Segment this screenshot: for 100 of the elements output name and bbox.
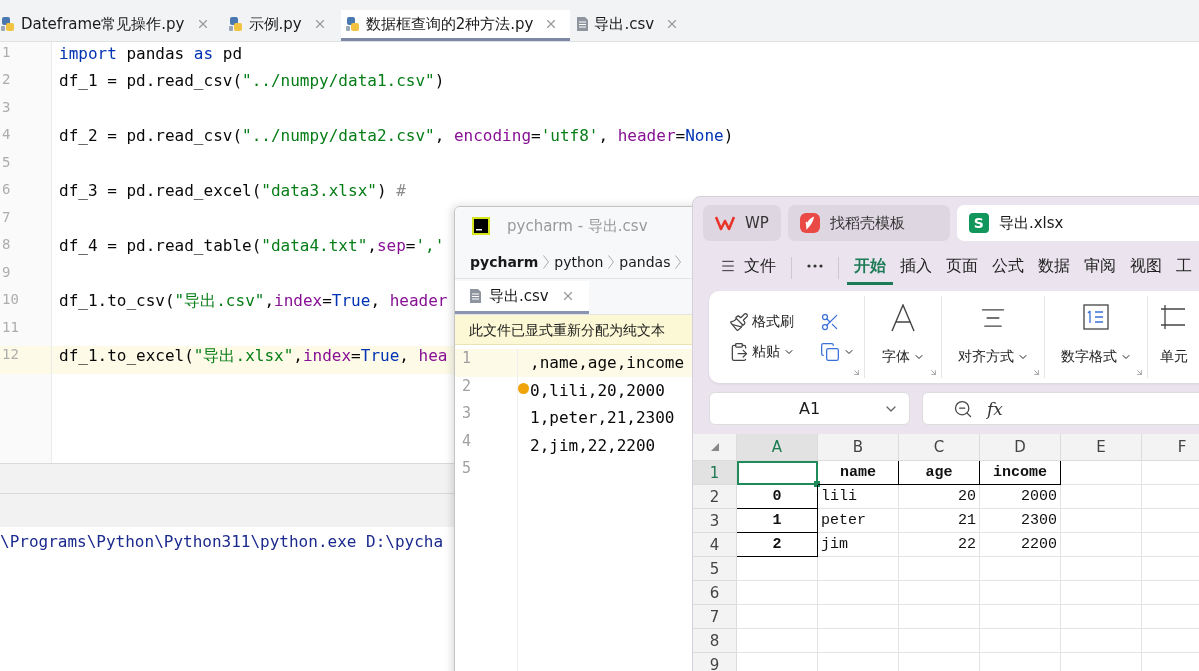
code-line: import pandas as pd — [59, 43, 243, 63]
table-cell: 2200 — [980, 533, 1061, 557]
table-cell: 1 — [737, 509, 818, 533]
ribbon-button[interactable]: 对齐方式 — [957, 348, 1029, 366]
column-header[interactable]: F — [1142, 434, 1199, 461]
table-cell: name — [818, 461, 899, 485]
format-painter-button[interactable]: 格式刷 — [729, 312, 804, 332]
select-all-icon[interactable] — [710, 443, 719, 451]
ribbon-button[interactable]: 数字格式 — [1060, 348, 1132, 366]
menu-tab[interactable]: 工 — [1169, 250, 1199, 285]
ribbon-button[interactable]: 字体 — [881, 348, 925, 366]
breadcrumb[interactable]: python — [554, 253, 604, 270]
code-line: 1,peter,21,2300 — [530, 408, 675, 427]
menu-tab[interactable]: 插入 — [893, 250, 939, 285]
chevron-icon — [543, 254, 550, 269]
line-number: 2 — [1, 71, 12, 89]
python-file-icon — [0, 16, 16, 32]
app-badge: S — [968, 213, 989, 233]
code-line: df_1.to_excel("导出.xlsx",index=True, hea — [59, 346, 448, 365]
brush-icon — [729, 312, 749, 332]
table-cell: 2300 — [980, 509, 1061, 533]
menu-tab[interactable]: 视图 — [1123, 250, 1169, 285]
menu-icon — [720, 258, 736, 274]
editor-tab[interactable]: Dateframe常见操作.py — [0, 10, 222, 41]
row-header[interactable]: 5 — [693, 557, 737, 581]
copy-icon — [820, 342, 840, 362]
bulb-icon[interactable] — [518, 382, 529, 394]
line-number: 9 — [1, 263, 12, 282]
row-header[interactable]: 2 — [693, 485, 737, 509]
ribbon-button[interactable]: 单元 — [1160, 348, 1188, 366]
table-cell: 2000 — [980, 485, 1061, 509]
line-number: 3 — [1, 98, 12, 117]
table-cell: 0 — [737, 485, 818, 509]
column-header[interactable]: B — [818, 434, 899, 461]
number-format-icon — [1083, 304, 1109, 330]
scissors-icon — [820, 312, 840, 332]
row-header[interactable]: 6 — [693, 581, 737, 605]
line-number: 5 — [461, 459, 473, 479]
column-header[interactable]: A — [737, 434, 818, 461]
python-file-icon — [227, 16, 244, 32]
editor-tab[interactable]: 数据框查询的2种方法.py — [340, 10, 571, 41]
column-header[interactable]: C — [899, 434, 980, 461]
text-file-icon — [469, 288, 482, 304]
menu-tab[interactable]: 开始 — [847, 250, 893, 285]
chevron-icon — [608, 254, 615, 269]
launcher-icon[interactable] — [929, 368, 938, 377]
app-tab[interactable]: 找稻壳模板 — [787, 205, 950, 241]
name-box[interactable]: A1 — [709, 392, 910, 425]
launcher-icon[interactable] — [1135, 368, 1144, 377]
table-cell: 21 — [899, 509, 980, 533]
line-number: 3 — [461, 404, 473, 424]
table-cell: 2 — [737, 533, 818, 557]
menu-tab[interactable]: 页面 — [939, 250, 985, 285]
selected-cell[interactable] — [737, 461, 818, 485]
row-header[interactable]: 7 — [693, 605, 737, 629]
row-header[interactable]: 1 — [693, 461, 737, 485]
line-number: 12 — [0, 346, 51, 374]
code-line: df_3 = pd.read_excel("data3.xlsx") # — [59, 181, 406, 200]
code-line: df_1.to_csv("导出.csv",index=True, header — [59, 291, 448, 310]
column-header[interactable]: E — [1061, 434, 1142, 461]
code-line: df_1 = pd.read_csv("../numpy/data1.csv") — [59, 71, 445, 90]
breadcrumb[interactable]: pandas — [619, 253, 671, 270]
table-cell: 20 — [899, 485, 980, 509]
editor-tab[interactable]: 导出.csv — [572, 10, 692, 41]
row-header[interactable]: 8 — [693, 629, 737, 653]
function-label[interactable]: fx — [987, 398, 1003, 419]
line-number: 1 — [455, 349, 517, 377]
launcher-icon[interactable] — [1032, 368, 1041, 377]
menu-tab[interactable]: 审阅 — [1077, 250, 1123, 285]
row-header[interactable]: 3 — [693, 509, 737, 533]
code-line: 2,jim,22,2200 — [530, 435, 656, 455]
column-header[interactable]: D — [980, 434, 1061, 461]
menu-tab[interactable]: 公式 — [985, 250, 1031, 285]
launcher-icon[interactable] — [852, 368, 861, 377]
text-file-icon — [576, 16, 590, 32]
console-output: \Programs\Python\Python311\python.exe D:\pycha — [0, 531, 444, 553]
editor-tab[interactable]: 导出.csv — [455, 281, 589, 314]
app-logo-icon — [472, 217, 490, 235]
breadcrumb[interactable]: pycharm — [470, 253, 539, 270]
line-number: 4 — [461, 431, 473, 452]
menu-tab[interactable]: 文件 — [713, 250, 783, 285]
line-number: 7 — [1, 208, 12, 227]
editor-tab[interactable]: 示例.py — [223, 10, 339, 41]
chevron-icon — [675, 254, 682, 269]
line-number: 11 — [1, 318, 20, 337]
leaf-logo-icon — [799, 213, 820, 233]
line-number: 1 — [1, 43, 12, 62]
app-tab[interactable]: S 导出.xlsx — [956, 205, 1199, 241]
zoom-out-icon[interactable] — [953, 398, 973, 419]
app-tab[interactable]: WP — [703, 205, 781, 241]
table-cell: jim — [818, 533, 899, 557]
window-title: pycharm - 导出.csv — [507, 216, 648, 236]
row-header[interactable]: 9 — [693, 653, 737, 671]
menu-tab[interactable]: 数据 — [1031, 250, 1077, 285]
paste-button[interactable]: 粘贴 — [729, 342, 804, 362]
row-header[interactable]: 4 — [693, 533, 737, 557]
formula-bar[interactable]: fx — [922, 392, 1199, 425]
line-number: 5 — [1, 153, 12, 172]
ellipsis-icon — [807, 264, 823, 268]
line-number: 8 — [1, 236, 12, 254]
